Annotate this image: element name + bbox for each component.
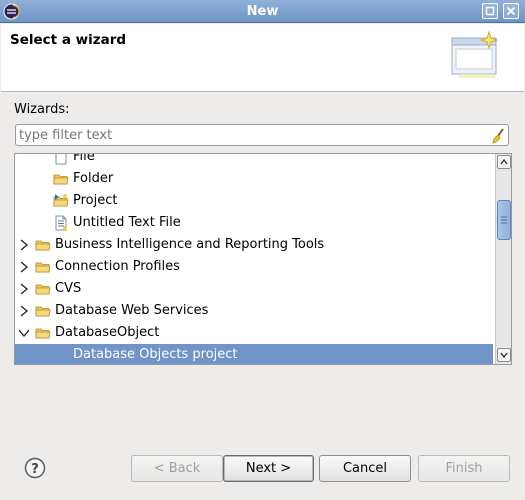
text-file-icon [55,215,67,231]
next-button[interactable]: Next > [223,455,314,482]
collapse-arrow-icon[interactable] [19,327,29,339]
restore-icon [485,6,495,16]
tree-item-label: DatabaseObject [55,325,160,340]
tree-item-label: Database Web Services [55,303,209,318]
wizard-banner-icon [451,30,499,78]
wizard-banner: Select a wizard [1,24,524,92]
help-icon[interactable]: ? [24,457,46,479]
tree-item-label: Connection Profiles [55,259,180,274]
tree-item-label: Untitled Text File [73,215,181,230]
tree-item[interactable]: Database Objects project [15,344,493,364]
file-icon [55,154,67,165]
tree-item-label: CVS [55,281,82,296]
tree-item[interactable]: DatabaseObject [15,322,493,344]
tree-item[interactable]: Untitled Text File [15,212,493,234]
scroll-thumb[interactable] [497,200,511,240]
broom-clear-icon[interactable] [490,128,506,144]
tree-item[interactable]: Project [15,190,493,212]
filter-box [15,124,509,146]
tree-item[interactable]: Business Intelligence and Reporting Tool… [15,234,493,256]
project-icon [53,194,69,207]
grip-icon [501,216,507,224]
wizard-tree[interactable]: File Folder Project Untitled Text File Busin… [14,153,512,365]
folder-icon [35,240,51,251]
tree-item-label: Database Objects project [73,347,238,362]
tree-item-label: Business Intelligence and Reporting Tool… [55,237,325,252]
wizards-label: Wizards: [14,102,70,117]
tree-item[interactable]: Database Web Services [15,300,493,322]
expand-arrow-icon[interactable] [19,261,29,273]
tree-item[interactable]: Folder [15,168,493,190]
restore-button[interactable] [482,3,498,19]
folder-icon [35,328,51,339]
close-icon [506,6,516,16]
folder-icon [53,174,69,185]
expand-arrow-icon[interactable] [19,283,29,295]
title-bar: New [0,0,525,23]
expand-arrow-icon[interactable] [19,239,29,251]
tree-item-label: File [73,153,95,164]
tree-item-label: Folder [73,171,114,186]
finish-button[interactable]: Finish [418,455,510,482]
scroll-up-button[interactable] [497,155,511,169]
filter-input[interactable] [19,127,484,143]
tree-item[interactable]: File [15,153,493,168]
expand-arrow-icon[interactable] [19,305,29,317]
folder-icon [35,284,51,295]
tree-scrollbar[interactable] [495,154,511,364]
folder-icon [35,262,51,273]
folder-icon [35,306,51,317]
tree-item[interactable]: CVS [15,278,493,300]
chevron-up-icon [500,158,508,165]
svg-text:?: ? [31,462,39,477]
tree-item[interactable]: Connection Profiles [15,256,493,278]
close-button[interactable] [503,3,519,19]
window-title: New [246,4,279,19]
tree-item-label: Project [73,193,118,208]
cancel-button[interactable]: Cancel [319,455,411,482]
page-title: Select a wizard [10,32,127,48]
scroll-down-button[interactable] [497,348,511,362]
chevron-down-icon [500,352,508,359]
back-button[interactable]: < Back [131,455,223,482]
